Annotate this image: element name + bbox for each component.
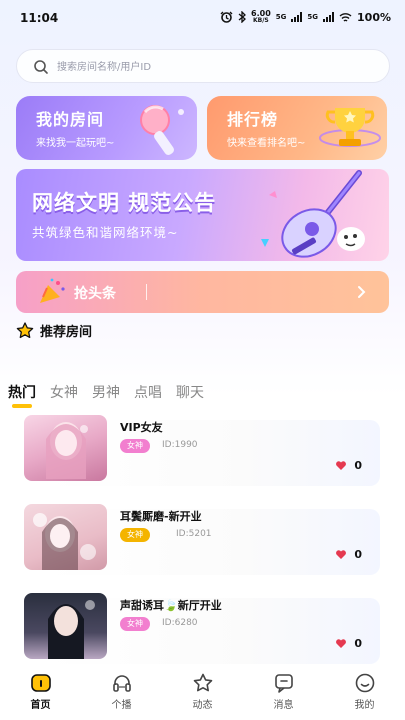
room-name: 耳鬓厮磨-新开业 [120,510,202,523]
signal-icon-2 [323,12,335,22]
tab-hot[interactable]: 热门 [8,382,36,408]
nav-moments[interactable]: 动态 [162,666,243,720]
room-item[interactable]: 声甜诱耳🍃新厅开业 女神 ID:6280 0 [24,593,380,675]
room-id: ID:6280 [162,618,198,628]
room-likes-count: 0 [354,548,362,561]
status-time: 11:04 [20,11,59,25]
room-likes: 0 [335,548,362,561]
nav-home[interactable]: 首页 [0,666,81,720]
status-bar: 11:04 6.00 KB/S 5G 5G 100% [0,0,405,36]
tab-god[interactable]: 男神 [92,382,120,402]
heart-icon [336,639,347,648]
room-tag: 女神 [120,528,150,542]
recommend-header: 推荐房间 [16,321,92,340]
tab-chat[interactable]: 聊天 [176,382,204,402]
room-name: VIP女友 [120,421,163,434]
nav-home-label: 首页 [30,700,51,711]
room-cover [24,504,107,570]
my-room-card[interactable]: 我的房间 来找我一起玩吧~ [16,96,197,160]
recommend-title: 推荐房间 [40,325,93,340]
tab-goddess[interactable]: 女神 [50,382,78,402]
bottom-nav: 首页 个播 动态 消息 我的 [0,666,405,720]
net-speed: 6.00 KB/S [251,9,271,24]
nav-moments-label: 动态 [192,700,213,711]
nav-messages-label: 消息 [273,700,294,711]
signal-icon-1 [291,12,303,22]
heart-icon [336,461,347,470]
net-type-1: 5G [275,13,287,21]
rank-subtitle: 快来查看排名吧~ [227,138,306,149]
headline-label: 抢头条 [74,286,116,302]
wifi-icon [339,12,352,22]
nav-live-label: 个播 [111,700,132,711]
room-id: ID:5201 [176,529,212,539]
room-likes-count: 0 [354,637,362,650]
room-cover [24,415,107,481]
room-likes-count: 0 [354,459,362,472]
headline-divider [146,284,147,300]
party-popper-icon [40,278,65,303]
search-icon [34,60,48,74]
battery-text: 100% [357,10,391,24]
room-id: ID:1990 [162,440,198,450]
star-icon [193,673,212,692]
nav-messages[interactable]: 消息 [243,666,324,720]
headline-bar[interactable]: 抢头条 [16,271,389,313]
rank-card[interactable]: 排行榜 快来查看排名吧~ [207,96,387,160]
room-tag: 女神 [120,617,150,631]
alarm-icon [220,11,233,23]
room-tag: 女神 [120,439,150,453]
message-icon [274,674,293,693]
search-input[interactable] [57,57,357,77]
home-icon [30,674,51,692]
my-room-subtitle: 来找我一起玩吧~ [36,138,115,149]
room-cover [24,593,107,659]
banner-title: 网络文明 规范公告 [32,191,217,215]
search-bar[interactable] [16,49,390,83]
room-likes: 0 [335,459,362,472]
announcement-banner[interactable]: 网络文明 规范公告 共筑绿色和谐网络环境~ [16,169,389,261]
status-icons: 6.00 KB/S 5G 5G 100% [220,10,391,24]
trophy-icon [319,108,381,147]
room-item[interactable]: 耳鬓厮磨-新开业 女神 ID:5201 0 [24,504,380,586]
nav-mine-label: 我的 [354,700,375,711]
nav-live[interactable]: 个播 [81,666,162,720]
microphone-icon [140,105,184,155]
bluetooth-icon [238,11,246,23]
guitar-illustration [261,170,365,258]
tab-song-request[interactable]: 点唱 [134,382,162,402]
rank-title: 排行榜 [227,110,279,129]
heart-icon [336,550,347,559]
smile-icon [355,673,374,693]
star-icon [16,322,34,339]
nav-mine[interactable]: 我的 [324,666,405,720]
headphones-icon [112,675,131,692]
net-type-2: 5G [307,13,319,21]
room-name: 声甜诱耳🍃新厅开业 [120,599,222,612]
my-room-title: 我的房间 [36,110,105,129]
banner-subtitle: 共筑绿色和谐网络环境~ [32,225,179,240]
room-item[interactable]: VIP女友 女神 ID:1990 0 [24,415,380,497]
room-likes: 0 [335,637,362,650]
chevron-right-icon [358,286,366,298]
category-tabs: 热门 女神 男神 点唱 聊天 [8,382,204,408]
